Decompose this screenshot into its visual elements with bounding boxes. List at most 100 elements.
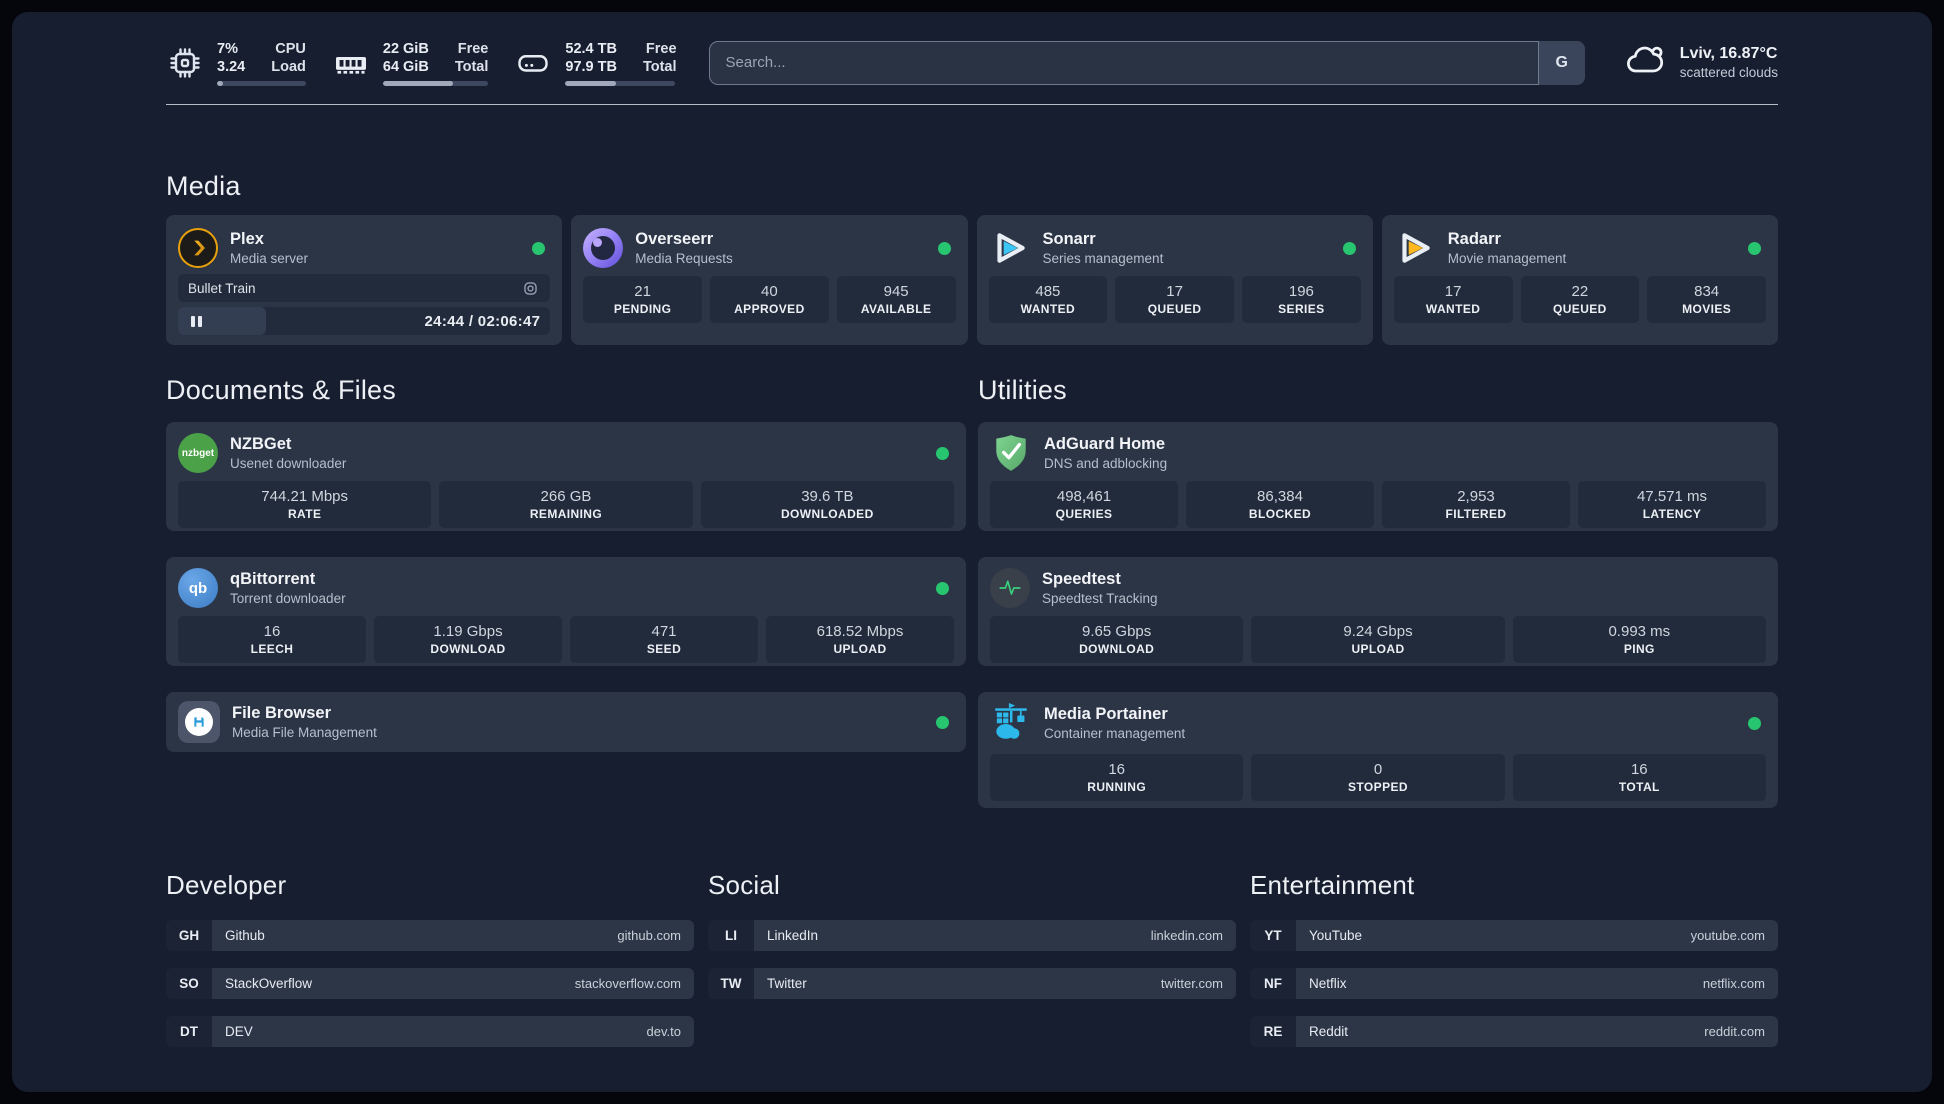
app-title: NZBGet [230,435,292,453]
app-title: qBittorrent [230,570,316,588]
search-engine-button[interactable]: G [1537,40,1585,85]
bookmark-reddit[interactable]: RE Reddit reddit.com [1250,1016,1778,1047]
app-title: Speedtest [1042,570,1121,588]
overseerr-card[interactable]: Overseerr Media Requests 21 PENDING 40 APP… [571,215,968,345]
stat-series: 196 SERIES [1242,276,1361,323]
bookmark-dev[interactable]: DT DEV dev.to [166,1016,694,1047]
bookmark-linkedin[interactable]: LI LinkedIn linkedin.com [708,920,1236,951]
filebrowser-icon [178,701,220,743]
memory-total-value: 64 GiB [382,58,429,75]
header-divider [166,104,1778,105]
stat-rate: 744.21 Mbps RATE [178,481,432,528]
disk-free-label: Free [645,40,677,57]
status-dot [1342,241,1356,255]
now-playing-row: Bullet Train [178,274,551,302]
bookmark-name: StackOverflow [225,976,313,991]
stat-total: 16 TOTAL [1512,754,1766,801]
stat-upload: 9.24 Gbps UPLOAD [1251,616,1505,663]
cpu-widget: 7% 3.24 CPU Load [166,40,306,86]
app-title: Overseerr [635,230,714,248]
status-dot [936,715,949,729]
entertainment-section: Entertainment YT YouTube youtube.com NF N… [1250,870,1778,1047]
session-icon[interactable] [521,279,540,298]
bookmark-abbr: SO [166,968,212,999]
stat-running: 16 RUNNING [990,754,1244,801]
bookmark-name: LinkedIn [767,928,819,943]
stat-queued: 22 QUEUED [1520,276,1640,323]
bookmark-youtube[interactable]: YT YouTube youtube.com [1250,920,1778,951]
bookmark-abbr: LI [708,920,754,951]
social-section-title: Social [708,870,781,900]
memory-widget: 22 GiB 64 GiB Free Total [332,40,489,86]
bookmark-domain: youtube.com [1690,928,1765,943]
status-dot [1748,716,1761,730]
documents-section: Documents & Files nzbget NZBGet Usenet d… [166,375,966,808]
plex-card[interactable]: Plex Media server Bullet Train 24:44 / 0… [166,215,563,345]
app-subtitle: Usenet downloader [230,456,347,471]
stat-pending: 21 PENDING [583,276,702,323]
stat-blocked: 86,384 BLOCKED [1186,481,1374,528]
cpu-icon [166,44,204,82]
status-dot [532,241,546,255]
bookmark-name: Github [225,928,265,943]
filebrowser-card[interactable]: File Browser Media File Management [166,692,966,752]
app-subtitle: Speedtest Tracking [1042,591,1158,606]
stat-filtered: 2,953 FILTERED [1382,481,1570,528]
adguard-icon [990,432,1032,474]
bookmark-domain: github.com [617,928,681,943]
app-subtitle: Media server [230,251,309,266]
stat-movies: 834 MOVIES [1647,276,1766,323]
bookmark-domain: linkedin.com [1150,928,1223,943]
now-playing-title: Bullet Train [188,280,256,296]
speedtest-icon [990,568,1030,608]
memory-free-label: Free [457,40,489,57]
developer-section: Developer GH Github github.com SO StackOv… [166,870,694,1047]
bookmark-github[interactable]: GH Github github.com [166,920,694,951]
search-input[interactable] [708,40,1585,85]
portainer-icon [990,702,1032,744]
stat-downloaded: 39.6 TB DOWNLOADED [700,481,954,528]
stat-seed: 471 SEED [570,616,758,663]
bookmark-netflix[interactable]: NF Netflix netflix.com [1250,968,1778,999]
memory-free-value: 22 GiB [382,40,429,57]
radarr-card[interactable]: Radarr Movie management 17 WANTED 22 QUEUE… [1381,215,1778,345]
stat-leech: 16 LEECH [178,616,366,663]
weather-widget: Lviv, 16.87°C scattered clouds [1623,38,1778,87]
disk-free-value: 52.4 TB [565,40,617,57]
stat-queued: 17 QUEUED [1115,276,1234,323]
app-title: Media Portainer [1044,705,1168,723]
adguard-card[interactable]: AdGuard Home DNS and adblocking 498,461 Q… [978,422,1778,531]
bookmark-twitter[interactable]: TW Twitter twitter.com [708,968,1236,999]
bookmark-abbr: TW [708,968,754,999]
stat-download: 9.65 Gbps DOWNLOAD [990,616,1244,663]
stat-remaining: 266 GB REMAINING [439,481,693,528]
portainer-card[interactable]: Media Portainer Container management 16 R… [978,692,1778,808]
weather-condition: scattered clouds [1679,65,1778,80]
cpu-percent: 7% [217,40,238,57]
qbittorrent-card[interactable]: qb qBittorrent Torrent downloader 16 LEEC… [166,557,966,666]
overseerr-icon [583,228,624,268]
nzbget-card[interactable]: nzbget NZBGet Usenet downloader 744.21 M… [166,422,966,531]
bookmark-stackoverflow[interactable]: SO StackOverflow stackoverflow.com [166,968,694,999]
speedtest-card[interactable]: Speedtest Speedtest Tracking 9.65 Gbps DO… [978,557,1778,666]
sonarr-card[interactable]: Sonarr Series management 485 WANTED 17 QUE… [976,215,1373,345]
bookmark-abbr: YT [1250,920,1296,951]
bookmark-domain: reddit.com [1704,1024,1765,1039]
system-stats: 7% 3.24 CPU Load 22 GiB 64 GiB Free Tota… [166,40,677,86]
top-bar: 7% 3.24 CPU Load 22 GiB 64 GiB Free Tota… [166,12,1778,87]
app-title: File Browser [232,704,332,722]
search-box: G [708,40,1585,85]
cloud-icon [1623,38,1667,87]
memory-icon [332,44,370,82]
bookmark-domain: stackoverflow.com [574,976,681,991]
weather-location-temp: Lviv, 16.87°C [1679,45,1778,62]
bookmark-abbr: GH [166,920,212,951]
cpu-load-label: Load [271,58,306,75]
cpu-label: CPU [275,40,306,57]
documents-section-title: Documents & Files [166,375,396,405]
pause-button[interactable] [178,307,266,335]
stat-available: 945 AVAILABLE [836,276,956,323]
app-subtitle: DNS and adblocking [1044,456,1168,471]
app-subtitle: Media File Management [232,725,377,740]
stat-upload: 618.52 Mbps UPLOAD [766,616,954,663]
